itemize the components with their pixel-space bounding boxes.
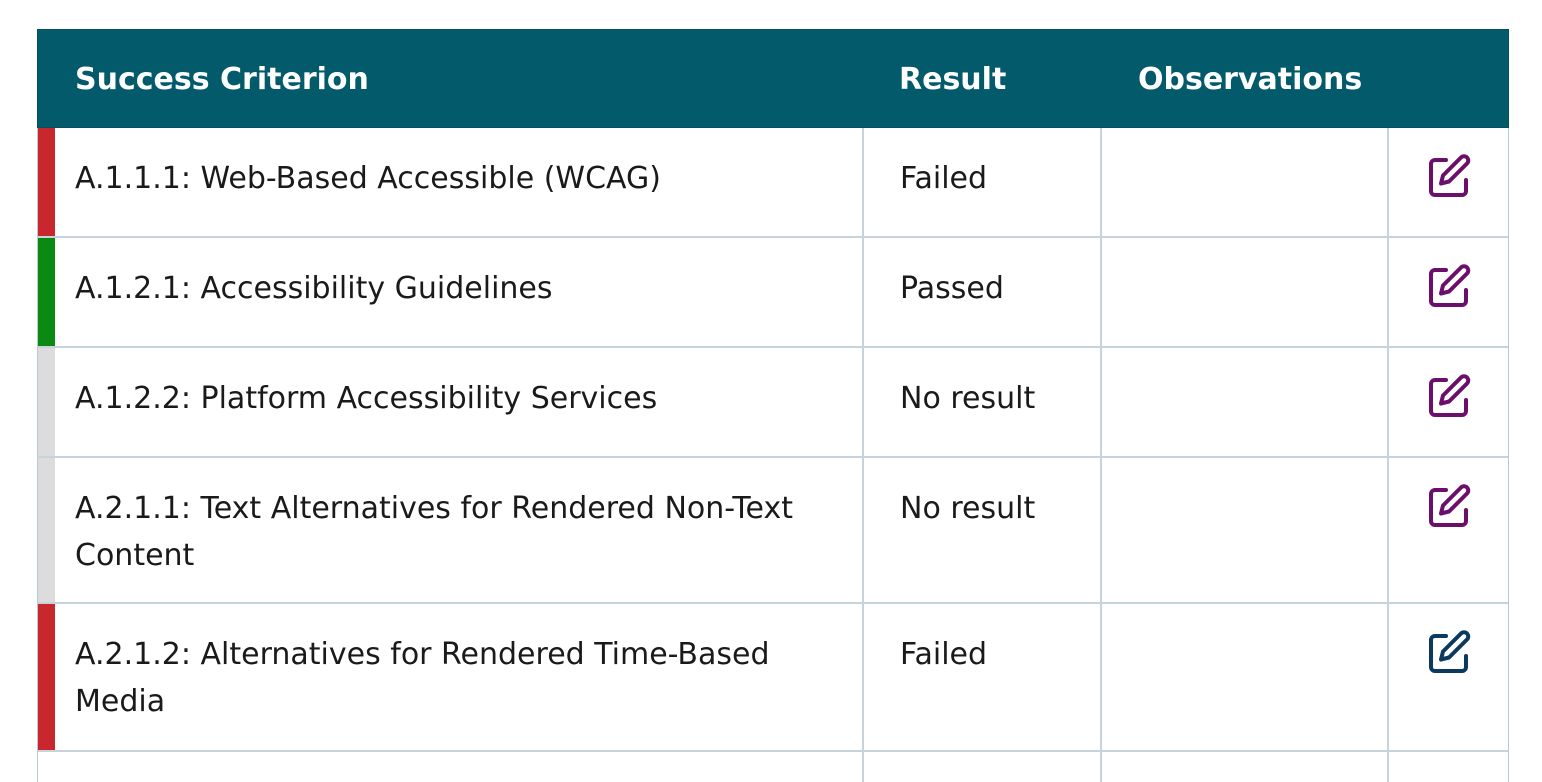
observations-cell <box>1100 604 1387 750</box>
column-header-success-criterion[interactable]: Success Criterion <box>75 30 369 129</box>
table-header: Success Criterion Result Observations <box>37 29 1509 128</box>
criterion-text: A.2.1.2: Alternatives for Rendered Time-… <box>75 637 770 719</box>
edit-cell <box>1387 752 1508 782</box>
criterion-cell: A.1.1.1: Web-Based Accessible (WCAG) <box>55 128 862 236</box>
edit-cell <box>1387 348 1508 456</box>
status-indicator-failed <box>38 128 55 236</box>
criterion-cell: A.1.2.1: Accessibility Guidelines <box>55 238 862 346</box>
result-cell <box>862 752 1100 782</box>
criterion-text: A.1.2.1: Accessibility Guidelines <box>75 271 553 306</box>
edit-icon[interactable] <box>1425 629 1473 677</box>
edit-icon[interactable] <box>1425 483 1473 531</box>
results-table: Success Criterion Result Observations A.… <box>37 29 1509 782</box>
table-row: A.1.2.1: Accessibility Guidelines Passed <box>37 238 1509 348</box>
edit-cell <box>1387 128 1508 236</box>
edit-icon[interactable] <box>1425 263 1473 311</box>
table-row-partial <box>37 752 1509 782</box>
criterion-text: A.1.1.1: Web-Based Accessible (WCAG) <box>75 161 661 196</box>
table-row: A.2.1.2: Alternatives for Rendered Time-… <box>37 604 1509 752</box>
criterion-cell: A.2.1.2: Alternatives for Rendered Time-… <box>55 604 862 750</box>
result-text: No result <box>900 381 1036 416</box>
observations-cell <box>1100 348 1387 456</box>
result-cell: Failed <box>862 604 1100 750</box>
result-text: Failed <box>900 161 988 196</box>
edit-cell <box>1387 458 1508 602</box>
edit-icon[interactable] <box>1425 373 1473 421</box>
criterion-cell: A.1.2.2: Platform Accessibility Services <box>55 348 862 456</box>
observations-cell <box>1100 752 1387 782</box>
result-text: Failed <box>900 637 988 672</box>
result-cell: Failed <box>862 128 1100 236</box>
edit-icon[interactable] <box>1425 153 1473 201</box>
result-text: No result <box>900 491 1036 526</box>
edit-cell <box>1387 604 1508 750</box>
criterion-text: A.1.2.2: Platform Accessibility Services <box>75 381 658 416</box>
edit-cell <box>1387 238 1508 346</box>
status-indicator-no-result <box>38 458 55 602</box>
criterion-cell: A.2.1.1: Text Alternatives for Rendered … <box>55 458 862 602</box>
column-header-observations[interactable]: Observations <box>1138 30 1362 129</box>
column-header-result[interactable]: Result <box>899 30 1006 129</box>
observations-cell <box>1100 238 1387 346</box>
result-cell: No result <box>862 458 1100 602</box>
table-row: A.1.2.2: Platform Accessibility Services… <box>37 348 1509 458</box>
observations-cell <box>1100 128 1387 236</box>
result-text: Passed <box>900 271 1004 306</box>
result-cell: Passed <box>862 238 1100 346</box>
table-row: A.2.1.1: Text Alternatives for Rendered … <box>37 458 1509 604</box>
status-indicator-passed <box>38 238 55 346</box>
table-row: A.1.1.1: Web-Based Accessible (WCAG) Fai… <box>37 128 1509 238</box>
result-cell: No result <box>862 348 1100 456</box>
status-indicator-no-result <box>38 348 55 456</box>
observations-cell <box>1100 458 1387 602</box>
criterion-text: A.2.1.1: Text Alternatives for Rendered … <box>75 491 793 573</box>
status-indicator-failed <box>38 604 55 750</box>
